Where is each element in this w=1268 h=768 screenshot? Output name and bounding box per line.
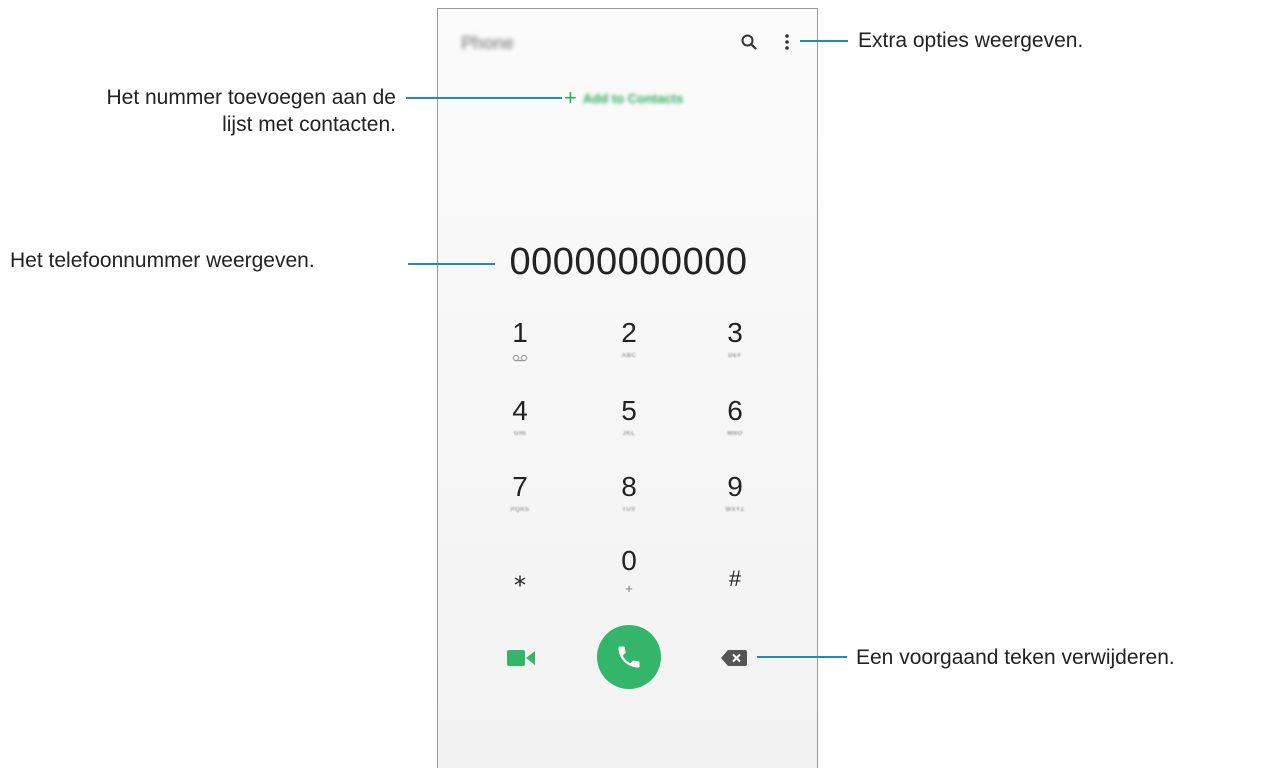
key-digit: 1 [512, 317, 528, 348]
key-digit: 4 [512, 395, 528, 426]
annotation-delete-char: Een voorgaand teken verwijderen. [856, 646, 1175, 669]
key-letters: TUV [622, 507, 636, 513]
key-star[interactable]: ⁎ [475, 563, 565, 595]
key-letters: JKL [622, 431, 636, 437]
phone-number-display[interactable]: 00000000000 [438, 241, 819, 284]
backspace-icon[interactable] [721, 649, 747, 667]
annotation-add-contact-line1: Het nummer toevoegen aan de [106, 86, 396, 109]
key-hash[interactable]: # [690, 563, 780, 595]
key-letters: PQRS [510, 507, 530, 513]
key-1[interactable]: 1 [475, 317, 565, 367]
plus-icon: + [564, 85, 577, 110]
key-letters: MNO [727, 431, 743, 437]
key-digit: 7 [512, 471, 528, 502]
key-digit: 5 [621, 395, 637, 426]
callout-line-more-options [800, 40, 848, 42]
annotation-show-number: Het telefoonnummer weergeven. [10, 249, 315, 272]
annotation-add-contact-line2: lijst met contacten. [222, 113, 396, 136]
key-4[interactable]: 4 GHI [475, 395, 565, 437]
key-digit: 6 [727, 395, 743, 426]
key-letters: DEF [728, 353, 742, 359]
key-2[interactable]: 2 ABC [584, 317, 674, 359]
key-digit: 3 [727, 317, 743, 348]
key-9[interactable]: 9 WXYZ [690, 471, 780, 513]
callout-line-show-number [408, 263, 495, 265]
key-0[interactable]: 0 + [584, 545, 674, 596]
call-button[interactable] [597, 625, 661, 689]
key-digit: 2 [621, 317, 637, 348]
app-title: Phone [461, 33, 514, 53]
add-to-contacts-label: Add to Contacts [582, 90, 684, 106]
key-3[interactable]: 3 DEF [690, 317, 780, 359]
key-5[interactable]: 5 JKL [584, 395, 674, 437]
key-letters: ABC [621, 353, 637, 359]
add-to-contacts-button[interactable]: + Add to Contacts [564, 87, 683, 109]
key-letters: GHI [513, 431, 527, 437]
key-letters: WXYZ [725, 507, 745, 513]
key-6[interactable]: 6 MNO [690, 395, 780, 437]
key-digit: 9 [727, 471, 743, 502]
key-digit: # [728, 566, 742, 591]
key-letters: + [625, 581, 633, 596]
phone-icon [618, 646, 640, 668]
callout-line-add-contact [406, 97, 562, 99]
annotation-add-contact: Het nummer toevoegen aan de lijst met co… [20, 84, 396, 138]
phone-screen: Phone + Add to Contacts 00000000000 1 2 … [437, 8, 818, 768]
key-7[interactable]: 7 PQRS [475, 471, 565, 513]
callout-line-delete-char [757, 656, 847, 658]
annotation-more-options: Extra opties weergeven. [858, 29, 1084, 52]
video-call-icon[interactable] [507, 649, 535, 667]
more-options-icon[interactable] [783, 31, 791, 53]
voicemail-icon [512, 354, 528, 362]
key-digit: 8 [621, 471, 637, 502]
key-8[interactable]: 8 TUV [584, 471, 674, 513]
key-digit: ⁎ [514, 565, 526, 592]
key-digit: 0 [621, 545, 637, 576]
search-icon[interactable] [740, 33, 758, 51]
